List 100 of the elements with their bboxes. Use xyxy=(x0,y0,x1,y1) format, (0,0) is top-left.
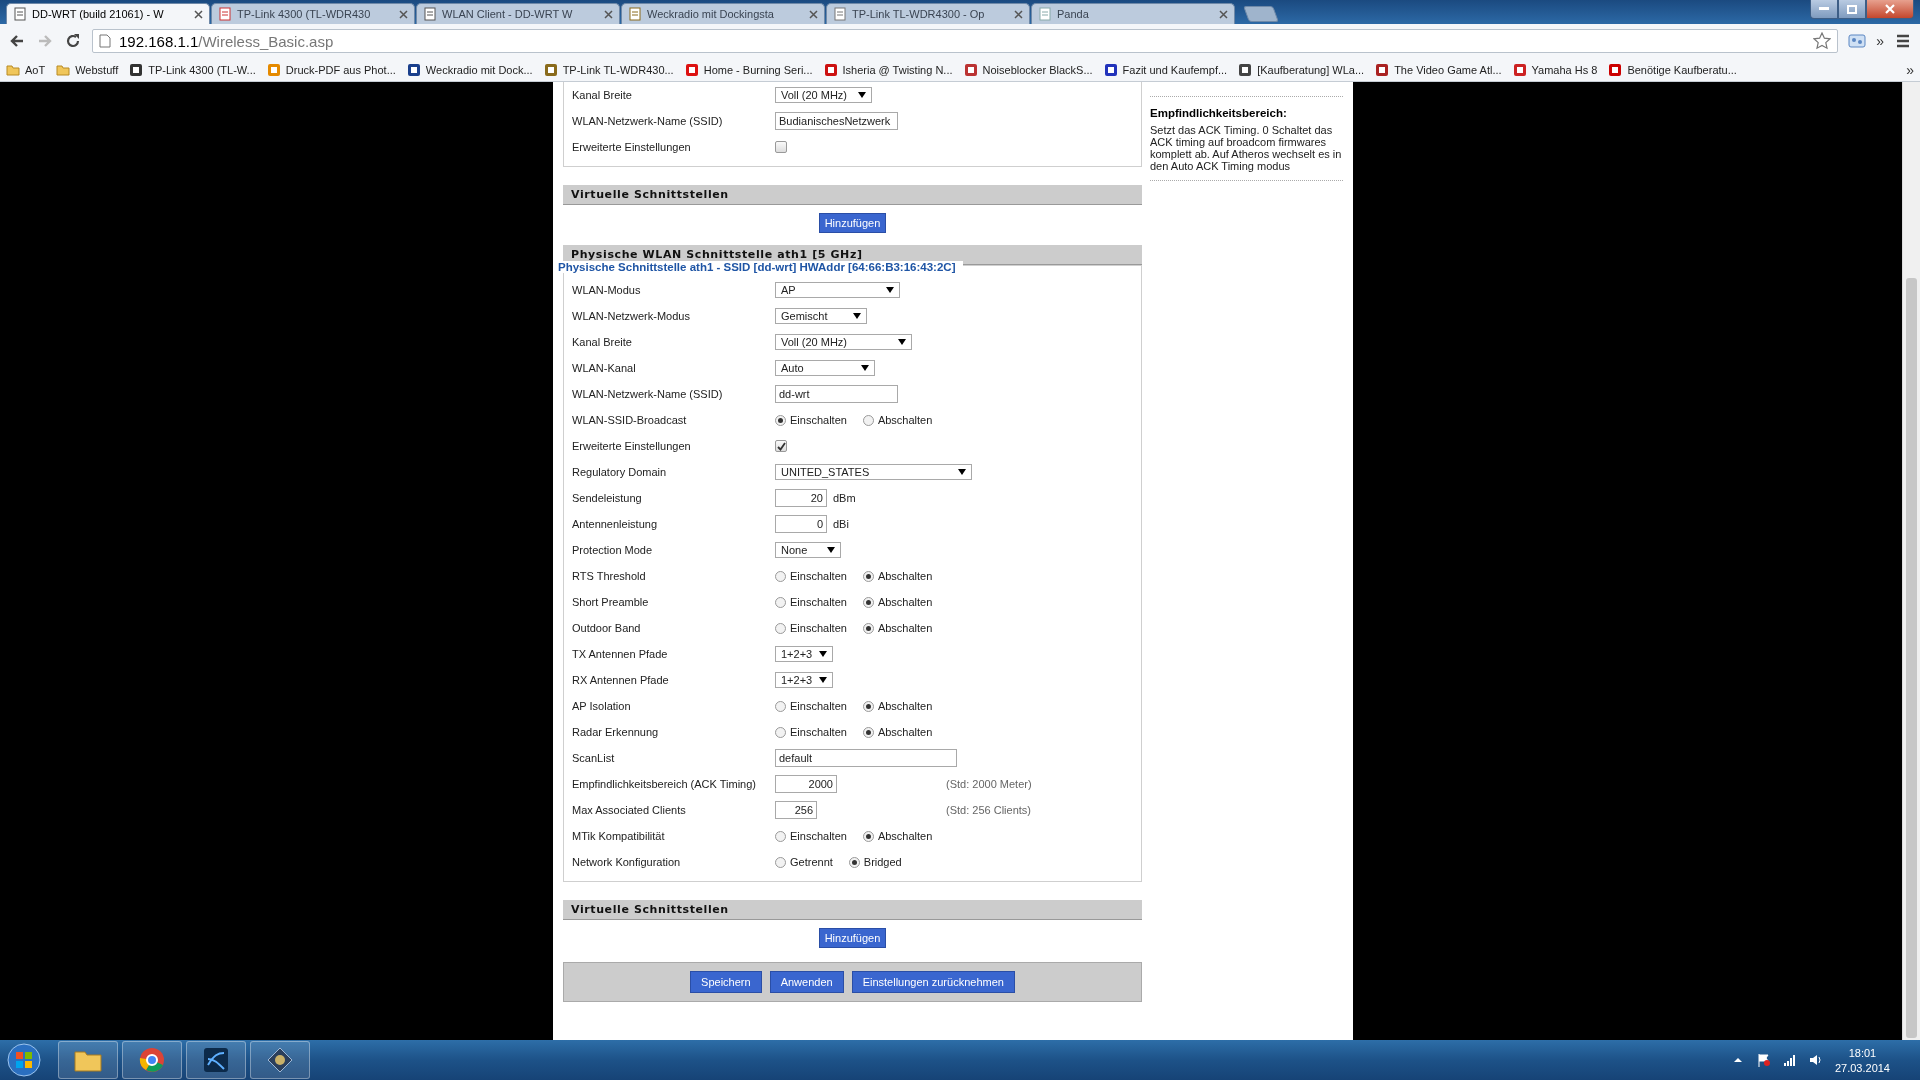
close-icon[interactable] xyxy=(1014,9,1023,19)
close-button[interactable] xyxy=(1866,0,1914,19)
bookmark[interactable]: AoT xyxy=(6,62,46,77)
browser-tab[interactable]: Weckradio mit Dockingsta xyxy=(621,3,825,24)
clock[interactable]: 18:01 27.03.2014 xyxy=(1834,1046,1890,1074)
menu-icon[interactable] xyxy=(1894,32,1912,50)
browser-icon xyxy=(139,1047,165,1073)
address-bar[interactable]: 192.168.1.1/Wireless_Basic.asp xyxy=(92,29,1839,53)
action-button[interactable]: Speichern xyxy=(690,971,762,993)
reload-icon[interactable] xyxy=(64,32,82,50)
site-icon xyxy=(684,62,699,77)
bookmark[interactable]: The Video Game Atl... xyxy=(1375,62,1502,77)
radio-button[interactable] xyxy=(775,596,786,608)
radio-button[interactable] xyxy=(862,596,874,608)
browser-tab[interactable]: TP-Link TL-WDR4300 - Op xyxy=(826,3,1030,24)
radio-button[interactable] xyxy=(775,830,786,842)
radio-button[interactable] xyxy=(775,856,786,868)
radio-button[interactable] xyxy=(862,830,874,842)
radio-button[interactable] xyxy=(862,414,874,426)
input-field[interactable]: 2000 xyxy=(775,775,837,793)
minimize-button[interactable] xyxy=(1810,0,1838,19)
checkbox[interactable] xyxy=(775,440,787,452)
browser-tab[interactable]: WLAN Client - DD-WRT W xyxy=(416,3,620,24)
bookmark[interactable]: [Kaufberatung] WLa... xyxy=(1238,62,1365,77)
overflow-chevron[interactable]: » xyxy=(1876,33,1884,49)
dropdown[interactable]: 1+2+3 xyxy=(775,672,833,688)
dropdown[interactable]: Voll (20 MHz) xyxy=(775,87,872,103)
start-button[interactable] xyxy=(6,1042,42,1078)
speaker-icon[interactable] xyxy=(1808,1053,1823,1067)
taskbar-button[interactable] xyxy=(58,1041,118,1079)
new-tab-button[interactable] xyxy=(1243,6,1279,22)
input-field[interactable]: BudianischesNetzwerk xyxy=(775,112,898,130)
bookmark[interactable]: Yamaha Hs 8 xyxy=(1512,62,1598,77)
input-field[interactable]: 0 xyxy=(775,515,827,533)
flag-icon[interactable] xyxy=(1756,1053,1771,1067)
add-button[interactable]: Hinzufügen xyxy=(818,928,887,948)
radio-button[interactable] xyxy=(775,700,786,712)
field-label: Kanal Breite xyxy=(572,89,633,101)
signal-icon[interactable] xyxy=(1782,1053,1797,1067)
checkbox[interactable] xyxy=(775,141,787,153)
taskbar-button[interactable] xyxy=(186,1041,246,1079)
input-field[interactable]: 20 xyxy=(775,489,827,507)
bookmark[interactable]: TP-Link 4300 (TL-W... xyxy=(129,62,256,77)
radio-button[interactable] xyxy=(775,570,786,582)
bookmark[interactable]: Noiseblocker BlackS... xyxy=(963,62,1093,77)
input-field[interactable]: dd-wrt xyxy=(775,385,898,403)
dropdown[interactable]: UNITED_STATES xyxy=(775,464,972,480)
close-icon[interactable] xyxy=(809,9,818,19)
site-icon xyxy=(266,62,281,77)
radio-label: Abschalten xyxy=(877,596,933,608)
bookmark[interactable]: Isheria @ Twisting N... xyxy=(823,62,953,77)
action-button[interactable]: Einstellungen zurücknehmen xyxy=(851,971,1015,993)
maximize-button[interactable] xyxy=(1838,0,1866,19)
radio-button[interactable] xyxy=(775,414,786,426)
close-icon[interactable] xyxy=(194,9,203,19)
site-icon xyxy=(1103,62,1118,77)
bookmark[interactable]: TP-Link TL-WDR430... xyxy=(543,62,674,77)
field-label: Empfindlichkeitsbereich (ACK Timing) xyxy=(572,778,757,790)
radio-button[interactable] xyxy=(775,622,786,634)
dropdown[interactable]: Gemischt xyxy=(775,308,867,324)
bookmark[interactable]: Benötige Kaufberatu... xyxy=(1608,62,1737,77)
input-field[interactable]: 256 xyxy=(775,801,817,819)
field-label: Network Konfiguration xyxy=(572,856,682,868)
radio-button[interactable] xyxy=(862,622,874,634)
site-icon xyxy=(129,62,144,77)
radio-button[interactable] xyxy=(862,570,874,582)
taskbar-button[interactable] xyxy=(122,1041,182,1079)
site-icon xyxy=(1238,62,1253,77)
browser-tab[interactable]: DD-WRT (build 21061) - W xyxy=(6,3,210,24)
bookmark[interactable]: Fazit und Kaufempf... xyxy=(1103,62,1228,77)
site-icon xyxy=(1512,62,1527,77)
scrollbar[interactable] xyxy=(1902,82,1920,1040)
dropdown[interactable]: 1+2+3 xyxy=(775,646,833,662)
radio-button[interactable] xyxy=(775,726,786,738)
dropdown[interactable]: Voll (20 MHz) xyxy=(775,334,912,350)
action-button[interactable]: Anwenden xyxy=(769,971,844,993)
star-icon[interactable] xyxy=(1813,32,1832,50)
browser-tab[interactable]: TP-Link 4300 (TL-WDR430 xyxy=(211,3,415,24)
taskbar-button[interactable] xyxy=(250,1041,310,1079)
extension-icon[interactable] xyxy=(1848,32,1867,50)
bookmark[interactable]: Weckradio mit Dock... xyxy=(406,62,533,77)
bookmark[interactable]: Webstuff xyxy=(56,62,119,77)
radio-button[interactable] xyxy=(848,856,860,868)
hint-text: (Std: 256 Clients) xyxy=(946,804,1032,816)
browser-tab[interactable]: Panda xyxy=(1031,3,1235,24)
close-icon[interactable] xyxy=(399,9,408,19)
bookmark[interactable]: Druck-PDF aus Phot... xyxy=(266,62,396,77)
close-icon[interactable] xyxy=(604,9,613,19)
input-field[interactable]: default xyxy=(775,749,957,767)
radio-button[interactable] xyxy=(862,700,874,712)
close-icon[interactable] xyxy=(1219,9,1228,19)
dropdown[interactable]: AP xyxy=(775,282,900,298)
field-label: Radar Erkennung xyxy=(572,726,660,738)
add-button[interactable]: Hinzufügen xyxy=(818,213,887,233)
caret-icon xyxy=(858,92,866,98)
bookmark[interactable]: Home - Burning Seri... xyxy=(684,62,813,77)
dropdown[interactable]: Auto xyxy=(775,360,875,376)
dropdown[interactable]: None xyxy=(775,542,841,558)
overflow-chevron[interactable]: » xyxy=(1906,61,1914,78)
radio-button[interactable] xyxy=(862,726,874,738)
